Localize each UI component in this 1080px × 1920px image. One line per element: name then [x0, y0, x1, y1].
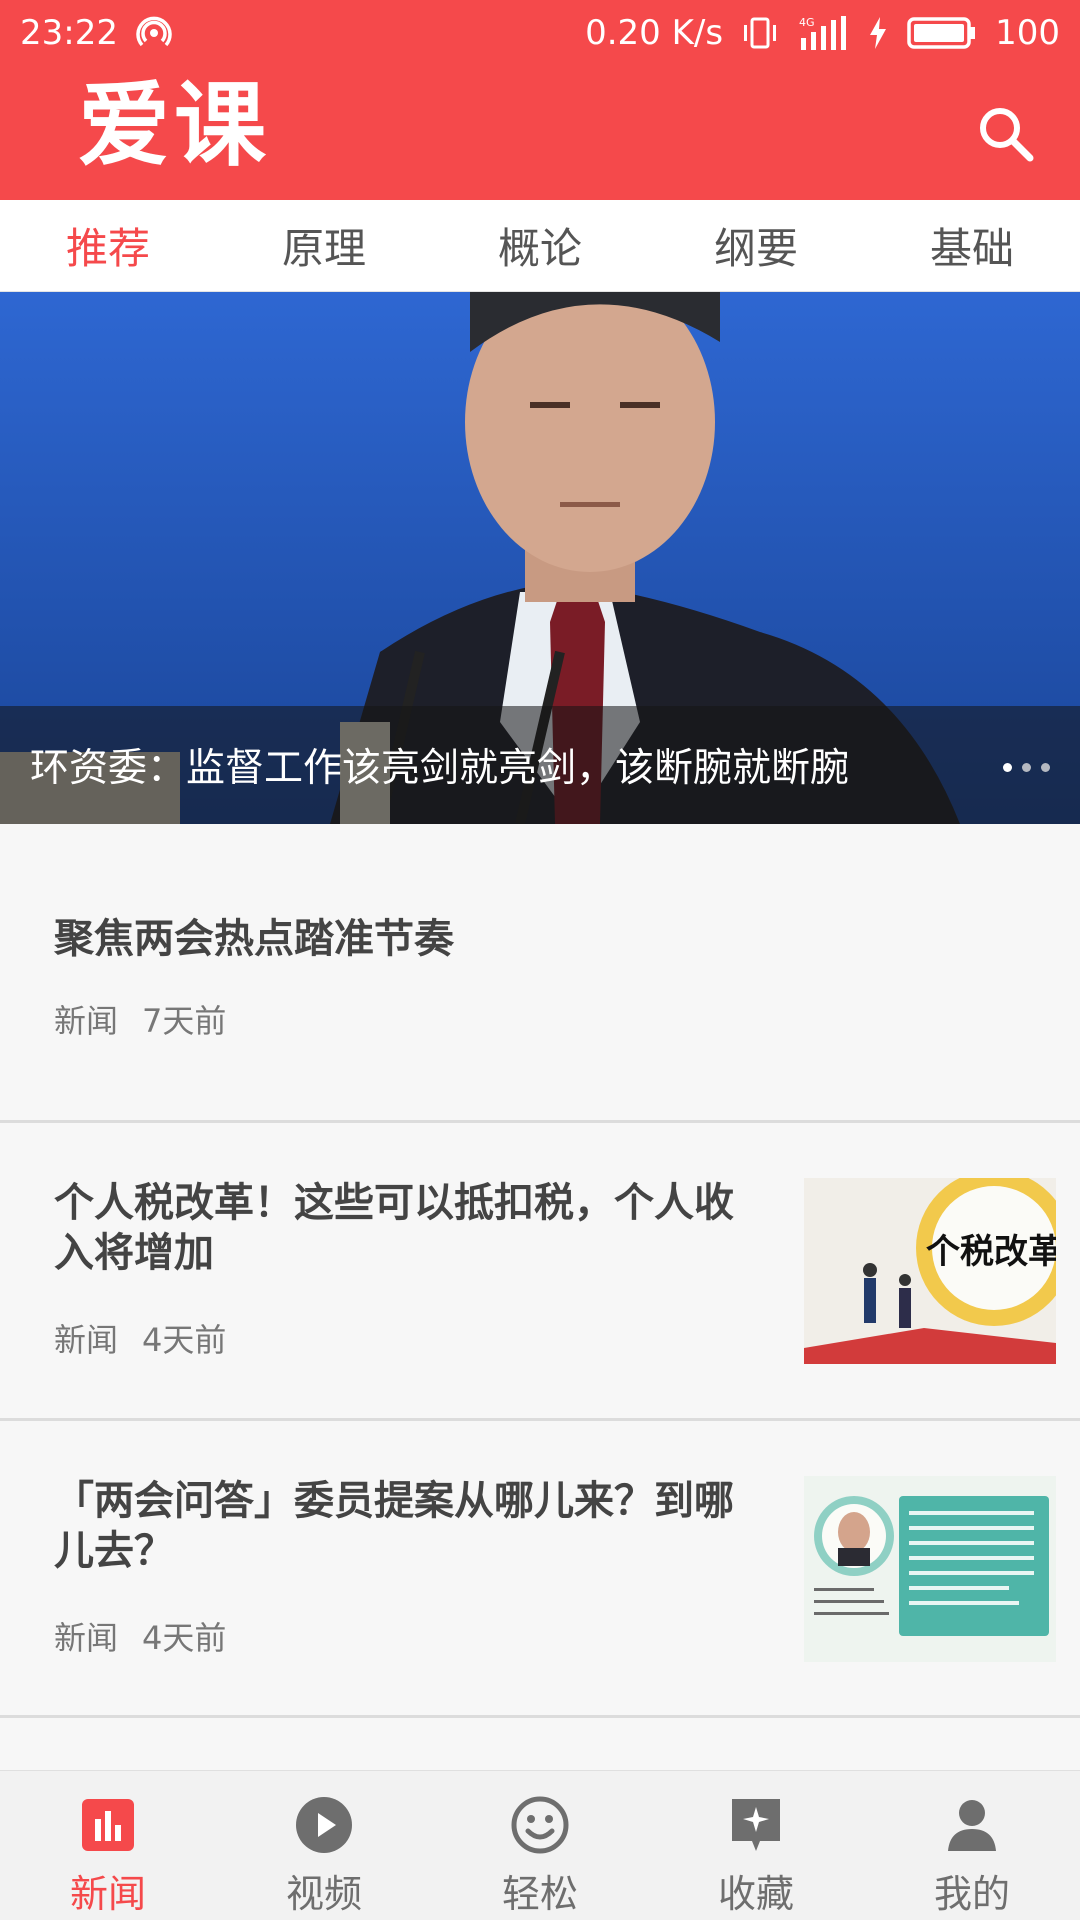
news-time: 4天前	[142, 1619, 227, 1657]
status-time: 23:22	[20, 13, 118, 53]
news-thumbnail	[804, 1476, 1056, 1662]
nav-favorites[interactable]: 收藏	[648, 1771, 864, 1920]
charging-icon	[867, 15, 889, 51]
news-category: 新闻	[54, 1619, 119, 1657]
app-header: 23:22 0.20 K/s 4G 100 爱课	[0, 0, 1080, 200]
news-item[interactable]: 个人税改革！这些可以抵扣税，个人收 入将增加 新闻 4天前 个税改革	[0, 1123, 1080, 1421]
tab-overview[interactable]: 概论	[432, 200, 648, 291]
tab-principles[interactable]: 原理	[216, 200, 432, 291]
network-speed: 0.20 K/s	[585, 13, 724, 53]
news-meta: 新闻 7天前	[54, 996, 226, 1042]
hero-banner[interactable]: 环资委：监督工作该亮剑就亮剑，该断腕就断腕	[0, 292, 1080, 824]
nav-relax[interactable]: 轻松	[432, 1771, 648, 1920]
nav-label: 新闻	[69, 1872, 146, 1916]
battery-icon	[907, 16, 977, 50]
hotspot-icon	[136, 15, 172, 51]
star-icon	[726, 1795, 786, 1855]
nav-label: 轻松	[501, 1872, 578, 1916]
bottom-nav: 新闻 视频 轻松 收藏 我的	[0, 1770, 1080, 1920]
news-item[interactable]: 聚焦两会热点踏准节奏 新闻 7天前	[0, 826, 1080, 1123]
user-icon	[942, 1795, 1002, 1855]
nav-label: 视频	[285, 1872, 362, 1916]
nav-news[interactable]: 新闻	[0, 1771, 216, 1920]
nav-label: 我的	[933, 1872, 1010, 1916]
status-bar: 23:22 0.20 K/s 4G 100	[0, 0, 1080, 66]
svg-text:4G: 4G	[799, 16, 815, 29]
news-thumbnail: 个税改革	[804, 1178, 1056, 1364]
svg-text:个税改革: 个税改革	[926, 1232, 1056, 1272]
news-list: 聚焦两会热点踏准节奏 新闻 7天前 个人税改革！这些可以抵扣税，个人收 入将增加…	[0, 826, 1080, 1718]
news-item[interactable]: 「两会问答」委员提案从哪儿来？到哪 儿去？ 新闻 4天前	[0, 1421, 1080, 1718]
tab-outline[interactable]: 纲要	[648, 200, 864, 291]
search-icon	[980, 108, 1034, 162]
news-time: 7天前	[142, 1002, 227, 1040]
tab-basics[interactable]: 基础	[864, 200, 1080, 291]
battery-level: 100	[995, 13, 1060, 53]
app-logo: 爱课	[78, 72, 271, 179]
news-category: 新闻	[54, 1321, 119, 1359]
nav-profile[interactable]: 我的	[864, 1771, 1080, 1920]
carousel-dot	[1022, 763, 1031, 772]
news-meta: 新闻 4天前	[54, 1315, 226, 1361]
signal-icon: 4G	[797, 14, 849, 52]
carousel-dot	[1003, 763, 1012, 772]
chart-icon	[78, 1795, 138, 1855]
tab-recommend[interactable]: 推荐	[0, 200, 216, 291]
category-tabs: 推荐 原理 概论 纲要 基础	[0, 200, 1080, 292]
news-title: 聚焦两会热点踏准节奏	[54, 916, 454, 962]
news-title: 个人税改革！这些可以抵扣税，个人收 入将增加	[54, 1180, 734, 1276]
news-category: 新闻	[54, 1002, 119, 1040]
play-icon	[294, 1795, 354, 1855]
vibrate-icon	[741, 14, 779, 52]
news-meta: 新闻 4天前	[54, 1613, 226, 1659]
news-time: 4天前	[142, 1321, 227, 1359]
hero-caption: 环资委：监督工作该亮剑就亮剑，该断腕就断腕	[0, 706, 1080, 824]
search-button[interactable]	[976, 104, 1036, 164]
smile-icon	[510, 1795, 570, 1855]
nav-video[interactable]: 视频	[216, 1771, 432, 1920]
carousel-indicator	[1003, 763, 1050, 772]
news-title: 「两会问答」委员提案从哪儿来？到哪 儿去？	[54, 1478, 734, 1574]
nav-label: 收藏	[717, 1872, 794, 1916]
carousel-dot	[1041, 763, 1050, 772]
